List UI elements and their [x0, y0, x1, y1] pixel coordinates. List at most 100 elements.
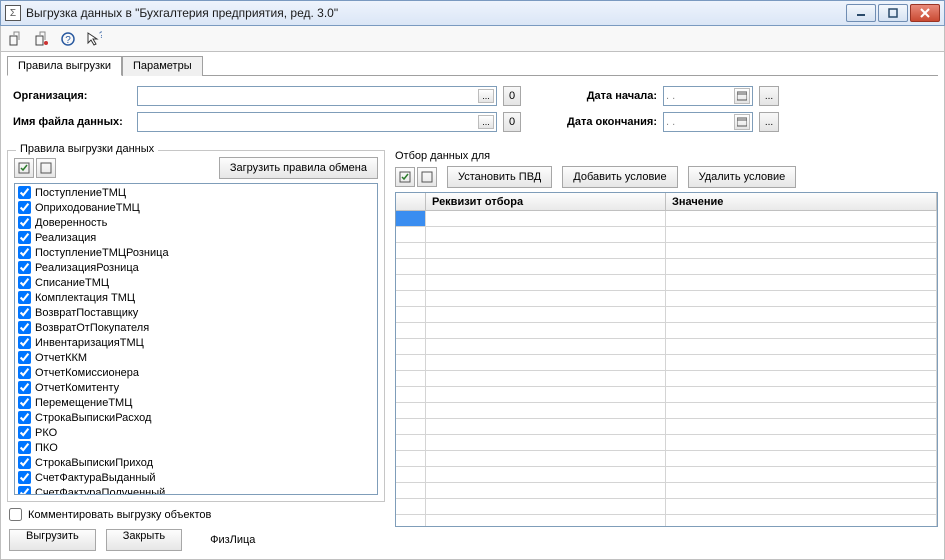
date-start-ext-button[interactable]: ...: [759, 86, 779, 106]
list-item[interactable]: Реализация: [16, 230, 376, 245]
tab-params[interactable]: Параметры: [122, 56, 203, 76]
table-row[interactable]: [396, 435, 937, 451]
cursor-help-icon[interactable]: ?: [85, 30, 103, 48]
date-end-ext-button[interactable]: ...: [759, 112, 779, 132]
table-row[interactable]: [396, 259, 937, 275]
list-item[interactable]: Доверенность: [16, 215, 376, 230]
table-row[interactable]: [396, 275, 937, 291]
grid-header-blank[interactable]: [396, 193, 426, 210]
toolbar-icon-2[interactable]: [33, 30, 51, 48]
list-item[interactable]: ПоступлениеТМЦРозница: [16, 245, 376, 260]
item-checkbox[interactable]: [18, 471, 31, 484]
table-row[interactable]: [396, 499, 937, 515]
rules-checklist[interactable]: ПоступлениеТМЦОприходованиеТМЦДовереннос…: [14, 183, 378, 495]
item-checkbox[interactable]: [18, 246, 31, 259]
filter-uncheck-all-button[interactable]: [417, 167, 437, 187]
check-all-button[interactable]: [14, 158, 34, 178]
list-item[interactable]: ИнвентаризацияТМЦ: [16, 335, 376, 350]
set-pvd-button[interactable]: Установить ПВД: [447, 166, 552, 188]
list-item[interactable]: СтрокаВыпискиРасход: [16, 410, 376, 425]
item-checkbox[interactable]: [18, 396, 31, 409]
item-checkbox[interactable]: [18, 276, 31, 289]
table-row[interactable]: [396, 419, 937, 435]
table-row[interactable]: [396, 403, 937, 419]
help-icon[interactable]: ?: [59, 30, 77, 48]
tab-rules[interactable]: Правила выгрузки: [7, 56, 122, 76]
list-item[interactable]: СчетФактураПолученный: [16, 485, 376, 495]
file-input[interactable]: ...: [137, 112, 497, 132]
minimize-button[interactable]: [846, 4, 876, 22]
select-button[interactable]: ...: [478, 89, 494, 103]
calendar-icon[interactable]: [734, 88, 750, 104]
close-form-button[interactable]: Закрыть: [106, 529, 182, 551]
item-checkbox[interactable]: [18, 486, 31, 495]
table-row[interactable]: [396, 467, 937, 483]
table-row[interactable]: [396, 211, 937, 227]
list-item[interactable]: ОприходованиеТМЦ: [16, 200, 376, 215]
table-row[interactable]: [396, 515, 937, 526]
item-checkbox[interactable]: [18, 321, 31, 334]
org-input[interactable]: ...: [137, 86, 497, 106]
uncheck-all-button[interactable]: [36, 158, 56, 178]
list-item[interactable]: СчетФактураВыданный: [16, 470, 376, 485]
table-row[interactable]: [396, 307, 937, 323]
comment-checkbox[interactable]: [9, 508, 22, 521]
list-item[interactable]: ПКО: [16, 440, 376, 455]
item-checkbox[interactable]: [18, 216, 31, 229]
list-item[interactable]: ПеремещениеТМЦ: [16, 395, 376, 410]
item-checkbox[interactable]: [18, 426, 31, 439]
filter-grid[interactable]: Реквизит отбора Значение: [395, 192, 938, 527]
table-row[interactable]: [396, 291, 937, 307]
item-checkbox[interactable]: [18, 231, 31, 244]
table-row[interactable]: [396, 227, 937, 243]
list-item[interactable]: ПоступлениеТМЦ: [16, 185, 376, 200]
item-checkbox[interactable]: [18, 441, 31, 454]
list-item[interactable]: ОтчетКомитенту: [16, 380, 376, 395]
grid-header-value[interactable]: Значение: [666, 193, 937, 210]
item-checkbox[interactable]: [18, 186, 31, 199]
item-checkbox[interactable]: [18, 381, 31, 394]
list-item[interactable]: ВозвратОтПокупателя: [16, 320, 376, 335]
table-row[interactable]: [396, 371, 937, 387]
list-item[interactable]: ОтчетКомиссионера: [16, 365, 376, 380]
maximize-button[interactable]: [878, 4, 908, 22]
list-item[interactable]: СтрокаВыпискиПриход: [16, 455, 376, 470]
list-item[interactable]: ВозвратПоставщику: [16, 305, 376, 320]
grid-header-requisite[interactable]: Реквизит отбора: [426, 193, 666, 210]
item-checkbox[interactable]: [18, 456, 31, 469]
org-clear-button[interactable]: 0: [503, 86, 521, 106]
item-checkbox[interactable]: [18, 336, 31, 349]
calendar-icon[interactable]: [734, 114, 750, 130]
filter-check-all-button[interactable]: [395, 167, 415, 187]
table-row[interactable]: [396, 483, 937, 499]
delete-condition-button[interactable]: Удалить условие: [688, 166, 797, 188]
list-item[interactable]: РКО: [16, 425, 376, 440]
date-start-input[interactable]: . .: [663, 86, 753, 106]
add-condition-button[interactable]: Добавить условие: [562, 166, 677, 188]
list-item[interactable]: СписаниеТМЦ: [16, 275, 376, 290]
item-checkbox[interactable]: [18, 366, 31, 379]
table-row[interactable]: [396, 323, 937, 339]
select-button[interactable]: ...: [478, 115, 494, 129]
list-item[interactable]: РеализацияРозница: [16, 260, 376, 275]
item-checkbox[interactable]: [18, 306, 31, 319]
toolbar-icon-1[interactable]: [7, 30, 25, 48]
close-button[interactable]: [910, 4, 940, 22]
date-end-input[interactable]: . .: [663, 112, 753, 132]
file-clear-button[interactable]: 0: [503, 112, 521, 132]
table-row[interactable]: [396, 387, 937, 403]
grid-body[interactable]: [396, 211, 937, 526]
table-row[interactable]: [396, 339, 937, 355]
load-rules-button[interactable]: Загрузить правила обмена: [219, 157, 378, 179]
item-checkbox[interactable]: [18, 351, 31, 364]
item-checkbox[interactable]: [18, 201, 31, 214]
list-item[interactable]: ОтчетККМ: [16, 350, 376, 365]
item-checkbox[interactable]: [18, 291, 31, 304]
item-checkbox[interactable]: [18, 411, 31, 424]
list-item[interactable]: Комплектация ТМЦ: [16, 290, 376, 305]
item-checkbox[interactable]: [18, 261, 31, 274]
table-row[interactable]: [396, 355, 937, 371]
table-row[interactable]: [396, 243, 937, 259]
table-row[interactable]: [396, 451, 937, 467]
export-button[interactable]: Выгрузить: [9, 529, 96, 551]
